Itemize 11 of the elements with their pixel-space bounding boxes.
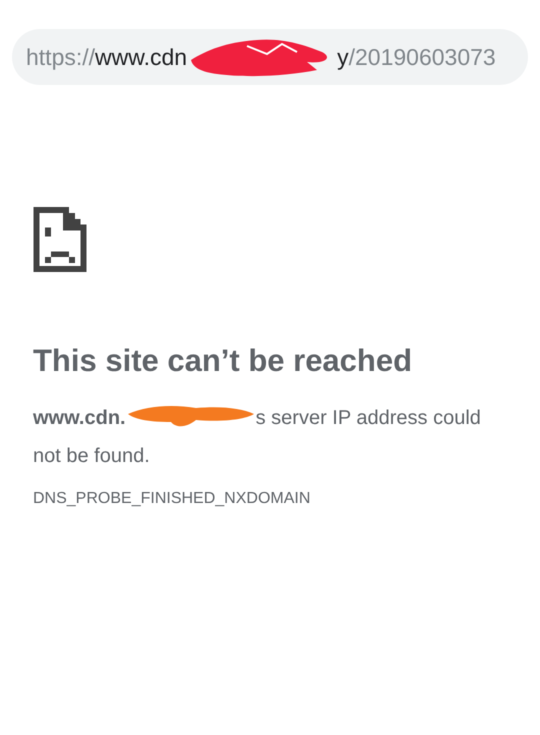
error-code: DNS_PROBE_FINISHED_NXDOMAIN xyxy=(33,489,312,510)
url-scheme: https:// xyxy=(26,42,96,72)
url-host: www.cdn xyxy=(95,42,188,72)
host-name: www.cdn. xyxy=(33,407,126,430)
sad-page-icon xyxy=(33,207,87,272)
error-message: s server IP address could xyxy=(256,407,481,430)
url-host: y xyxy=(337,42,349,72)
error-heading: This site can’t be reached xyxy=(33,342,414,380)
error-message: not be found. xyxy=(33,445,150,468)
address-bar[interactable]: https://www.cdn y/20190603073 xyxy=(12,29,528,85)
url-path: /20190603073 xyxy=(348,42,496,72)
